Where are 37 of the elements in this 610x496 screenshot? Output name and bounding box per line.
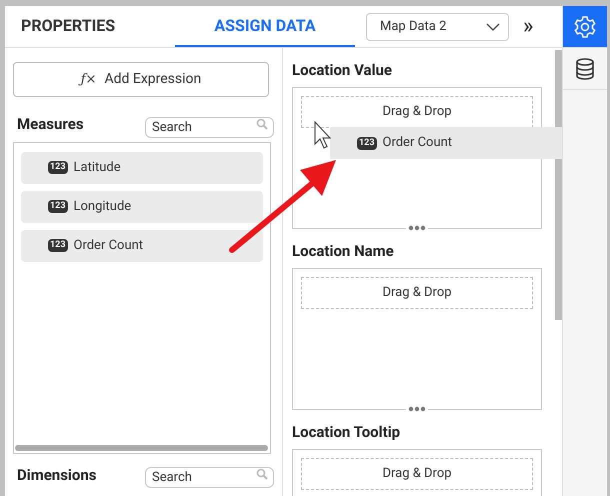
collapse-button[interactable]: » [523, 16, 534, 38]
search-icon [256, 118, 268, 130]
section-title: Location Name [292, 241, 395, 261]
section-title: Dimensions [17, 464, 96, 486]
number-type-icon: 123 [48, 239, 68, 252]
cursor-icon [314, 121, 334, 149]
drop-zone[interactable]: Drag & Drop [301, 458, 533, 490]
number-type-icon: 123 [48, 200, 68, 213]
dataset-dropdown[interactable]: Map Data 2 [366, 12, 509, 40]
field-item[interactable]: 123 Latitude [21, 152, 263, 184]
tab[interactable]: ASSIGN DATA [175, 6, 355, 47]
section-title: Location Value [292, 60, 394, 80]
number-type-icon: 123 [357, 136, 376, 150]
settings-icon [573, 14, 597, 38]
field-label: Order Count [382, 134, 452, 152]
section-title: Location Tooltip [292, 422, 402, 442]
search-icon [256, 468, 268, 480]
resize-handle-icon[interactable] [406, 225, 428, 231]
section-title: Measures [17, 114, 84, 135]
database-icon [575, 56, 595, 80]
chevron-down-icon [486, 22, 500, 30]
tab[interactable]: PROPERTIES [5, 6, 175, 47]
add-expression-button[interactable]: ƒ× Add Expression [13, 62, 269, 97]
resize-handle-icon[interactable] [406, 406, 428, 412]
field-label: Order Count [74, 236, 144, 255]
drop-zone-label: Drag & Drop [382, 284, 452, 302]
drop-zone-label: Drag & Drop [382, 465, 452, 484]
drop-zone[interactable]: Drag & Drop [301, 277, 533, 309]
number-type-icon: 123 [48, 161, 68, 174]
field-label: Latitude [74, 158, 121, 177]
search-field[interactable]: Search [145, 116, 274, 138]
search-field[interactable]: Search [145, 467, 274, 488]
drop-zone-label: Drag & Drop [382, 103, 452, 122]
field-item[interactable]: 123 Order Count [21, 230, 263, 262]
scrollbar[interactable] [15, 444, 268, 450]
field-item[interactable]: 123 Longitude [21, 190, 263, 222]
field-label: Longitude [74, 198, 132, 216]
